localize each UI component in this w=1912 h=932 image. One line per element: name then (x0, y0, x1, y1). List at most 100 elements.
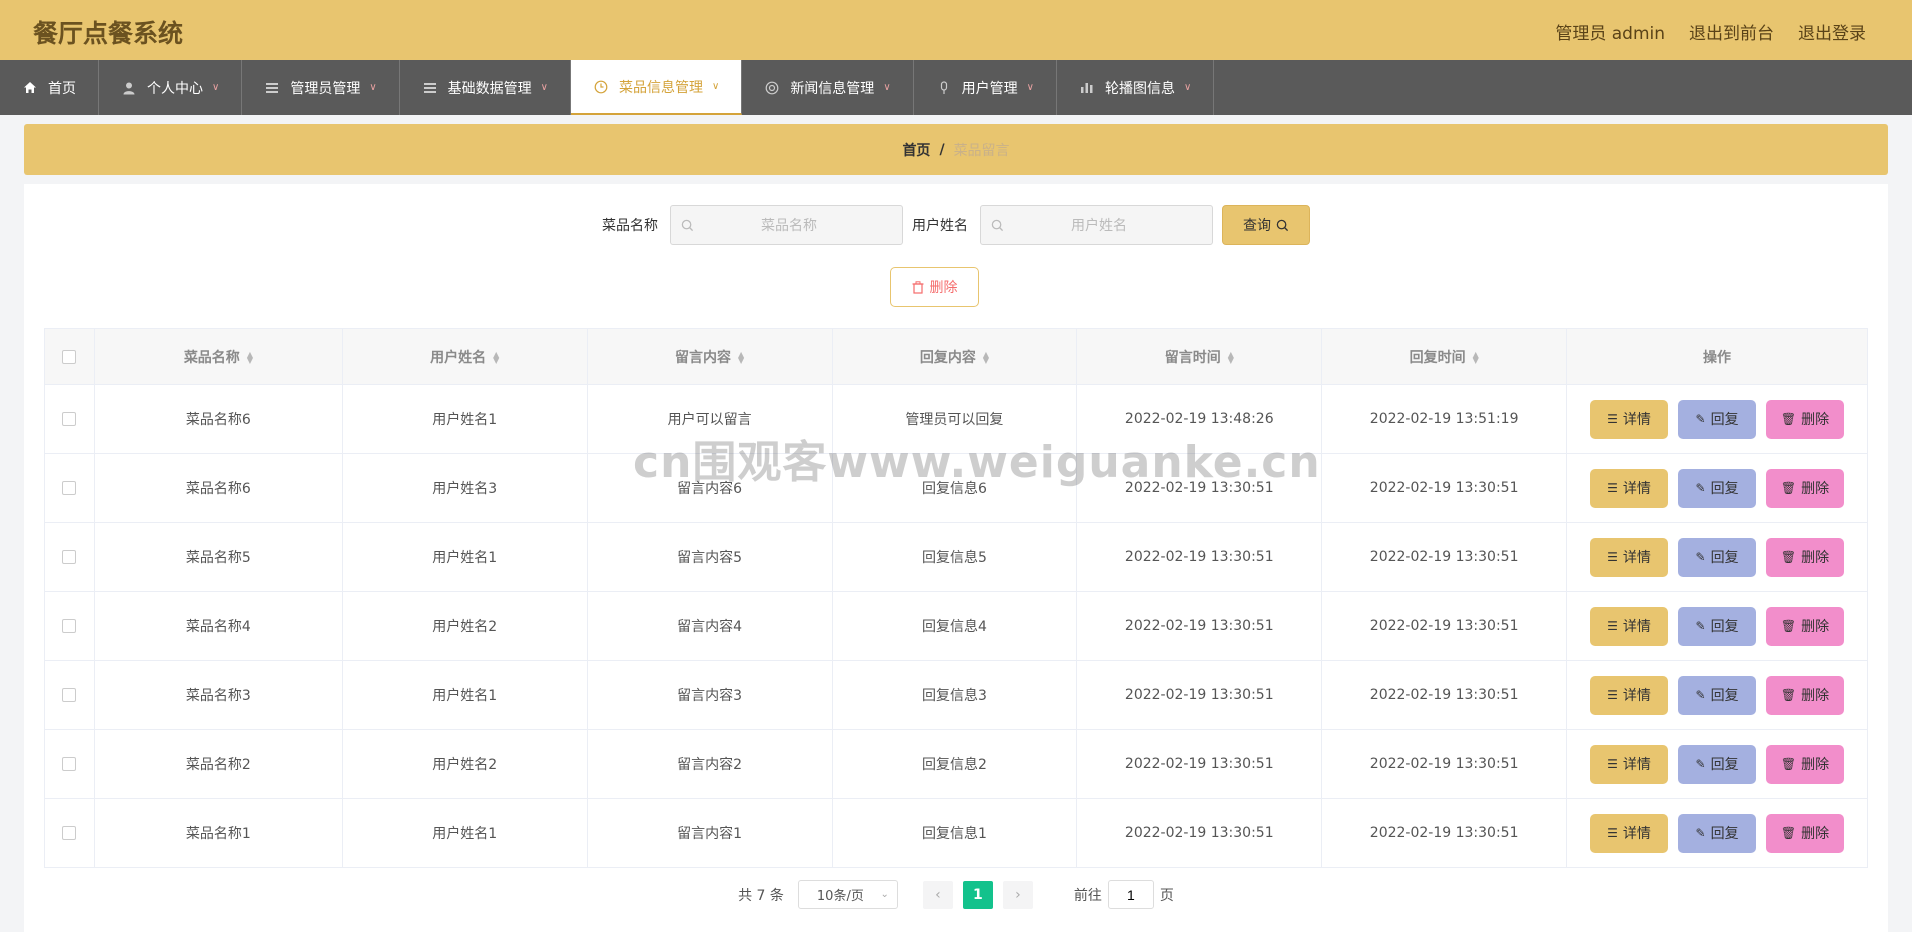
reply-button-label: 回复 (1710, 481, 1739, 497)
nav-item-label: 菜品信息管理 (618, 79, 703, 96)
prev-page-button[interactable]: ‹ (922, 880, 953, 909)
reply-button[interactable]: ✎ 回复 (1678, 744, 1757, 784)
detail-button[interactable]: ☰ 详情 (1590, 399, 1669, 439)
delete-button[interactable]: 🗑 删除 (1766, 537, 1845, 577)
dish-name-input[interactable] (694, 217, 884, 233)
detail-button[interactable]: ☰ 详情 (1590, 675, 1669, 715)
next-page-button[interactable]: › (1002, 880, 1033, 909)
reply-button[interactable]: ✎ 回复 (1678, 468, 1757, 508)
sort-icon[interactable]: ▲ ▼ (738, 350, 744, 364)
sort-icon[interactable]: ▲ ▼ (1473, 350, 1479, 364)
detail-button[interactable]: ☰ 详情 (1590, 537, 1669, 577)
sort-icon[interactable]: ▲ ▼ (983, 350, 989, 364)
sort-icon[interactable]: ▲ ▼ (1228, 350, 1234, 364)
table-cell: 留言内容2 (586, 729, 833, 799)
delete-button[interactable]: 🗑 删除 (1766, 399, 1845, 439)
reply-button-label: 回复 (1710, 688, 1739, 704)
trash-icon: 🗑 (1780, 481, 1797, 495)
row-checkbox[interactable] (62, 619, 77, 633)
detail-button[interactable]: ☰ 详情 (1590, 606, 1669, 646)
batch-delete-button[interactable]: 删除 (890, 267, 979, 307)
nav-item-label: 用户管理 (961, 80, 1018, 97)
trash-icon: 🗑 (1780, 412, 1797, 426)
nav-item-3[interactable]: 基础数据管理 ∨ (400, 60, 571, 115)
row-checkbox[interactable] (62, 481, 77, 495)
nav-item-0[interactable]: 首页 (0, 60, 99, 115)
table-row: 菜品名称1 用户姓名1 留言内容1 回复信息1 2022-02-19 13:30:51 2… (44, 798, 1868, 868)
sort-icon[interactable]: ▲ ▼ (493, 350, 499, 364)
table-cell: 2022-02-19 13:30:51 (1076, 729, 1323, 799)
bar-chart-icon (1079, 80, 1095, 96)
delete-button[interactable]: 🗑 删除 (1766, 744, 1845, 784)
table-cell: 用户姓名2 (341, 729, 588, 799)
user-name-input[interactable] (1004, 217, 1194, 233)
chevron-down-icon: ∨ (1183, 82, 1192, 93)
detail-button[interactable]: ☰ 详情 (1590, 813, 1669, 853)
delete-button-label: 删除 (1801, 619, 1830, 635)
nav-item-7[interactable]: 轮播图信息 ∨ (1057, 60, 1215, 115)
delete-button[interactable]: 🗑 删除 (1766, 813, 1845, 853)
reply-button-label: 回复 (1710, 757, 1739, 773)
column-header-0[interactable]: 菜品名称 ▲ ▼ (93, 328, 343, 385)
edit-icon: ✎ (1695, 412, 1706, 426)
table-cell: 菜品名称5 (93, 522, 343, 592)
delete-button[interactable]: 🗑 删除 (1766, 468, 1845, 508)
column-header-1[interactable]: 用户姓名 ▲ ▼ (341, 328, 588, 385)
main-nav: 首页 个人中心 ∨ 管理员管理 ∨ 基础数据管理 ∨ 菜品信息管理 ∨ 新闻信息管理 ∨ 用户管理 ∨ 轮… (0, 60, 1912, 115)
page-size-select[interactable]: 10条/页 ⌄ (797, 880, 898, 909)
table-cell: 2022-02-19 13:30:51 (1321, 453, 1568, 523)
column-header-4[interactable]: 留言时间 ▲ ▼ (1076, 328, 1323, 385)
search-icon (1276, 219, 1289, 231)
delete-button-label: 删除 (1801, 826, 1830, 842)
document-icon: ☰ (1607, 412, 1618, 426)
sort-icon[interactable]: ▲ ▼ (247, 350, 253, 364)
goto-page-input[interactable] (1107, 880, 1154, 909)
row-checkbox[interactable] (62, 826, 77, 840)
row-select-cell (44, 729, 95, 799)
message-table: 菜品名称 ▲ ▼ 用户姓名 ▲ ▼ 留言内容 ▲ ▼ 回复内容 ▲ ▼ 留言时间 ▲ ▼ 回复时间 ▲ ▼ 操作 菜… (44, 328, 1868, 868)
reply-button[interactable]: ✎ 回复 (1678, 399, 1757, 439)
front-link[interactable]: 退出到前台 (1689, 19, 1774, 44)
column-header-2[interactable]: 留言内容 ▲ ▼ (586, 328, 833, 385)
detail-button[interactable]: ☰ 详情 (1590, 744, 1669, 784)
select-all-checkbox[interactable] (62, 349, 77, 364)
actions-cell: ☰ 详情 ✎ 回复 🗑 删除 (1566, 522, 1868, 592)
table-cell: 用户姓名3 (341, 453, 588, 523)
query-button[interactable]: 查询 (1222, 205, 1310, 245)
column-header-5[interactable]: 回复时间 ▲ ▼ (1321, 328, 1568, 385)
detail-button[interactable]: ☰ 详情 (1590, 468, 1669, 508)
row-checkbox[interactable] (62, 688, 77, 702)
breadcrumb-home[interactable]: 首页 (902, 140, 930, 160)
row-checkbox[interactable] (62, 412, 77, 426)
nav-item-1[interactable]: 个人中心 ∨ (99, 60, 243, 115)
reply-button[interactable]: ✎ 回复 (1678, 675, 1757, 715)
edit-icon: ✎ (1695, 481, 1706, 495)
reply-button[interactable]: ✎ 回复 (1678, 606, 1757, 646)
news-icon (764, 80, 780, 96)
page-number-current[interactable]: 1 (962, 880, 993, 909)
actions-cell: ☰ 详情 ✎ 回复 🗑 删除 (1566, 453, 1868, 523)
nav-item-2[interactable]: 管理员管理 ∨ (242, 60, 400, 115)
reply-button[interactable]: ✎ 回复 (1678, 813, 1757, 853)
edit-icon: ✎ (1695, 826, 1706, 840)
detail-button-label: 详情 (1622, 757, 1651, 773)
reply-button[interactable]: ✎ 回复 (1678, 537, 1757, 577)
nav-item-5[interactable]: 新闻信息管理 ∨ (742, 60, 914, 115)
row-checkbox[interactable] (62, 757, 77, 771)
nav-item-6[interactable]: 用户管理 ∨ (914, 60, 1057, 115)
delete-button[interactable]: 🗑 删除 (1766, 606, 1845, 646)
delete-button-label: 删除 (1801, 481, 1830, 497)
table-cell: 2022-02-19 13:30:51 (1076, 522, 1323, 592)
top-header: 餐厅点餐系统 管理员 admin 退出到前台 退出登录 (0, 0, 1912, 60)
column-header-3[interactable]: 回复内容 ▲ ▼ (831, 328, 1078, 385)
header-links: 管理员 admin 退出到前台 退出登录 (1555, 19, 1866, 44)
nav-item-4[interactable]: 菜品信息管理 ∨ (570, 60, 743, 115)
chevron-right-icon: › (1015, 886, 1021, 903)
table-cell: 菜品名称6 (93, 453, 343, 523)
row-checkbox[interactable] (62, 550, 77, 564)
table-cell: 用户姓名1 (341, 798, 588, 868)
trash-icon (912, 280, 923, 294)
delete-button[interactable]: 🗑 删除 (1766, 675, 1845, 715)
logout-link[interactable]: 退出登录 (1798, 19, 1866, 44)
reply-button-label: 回复 (1710, 550, 1739, 566)
